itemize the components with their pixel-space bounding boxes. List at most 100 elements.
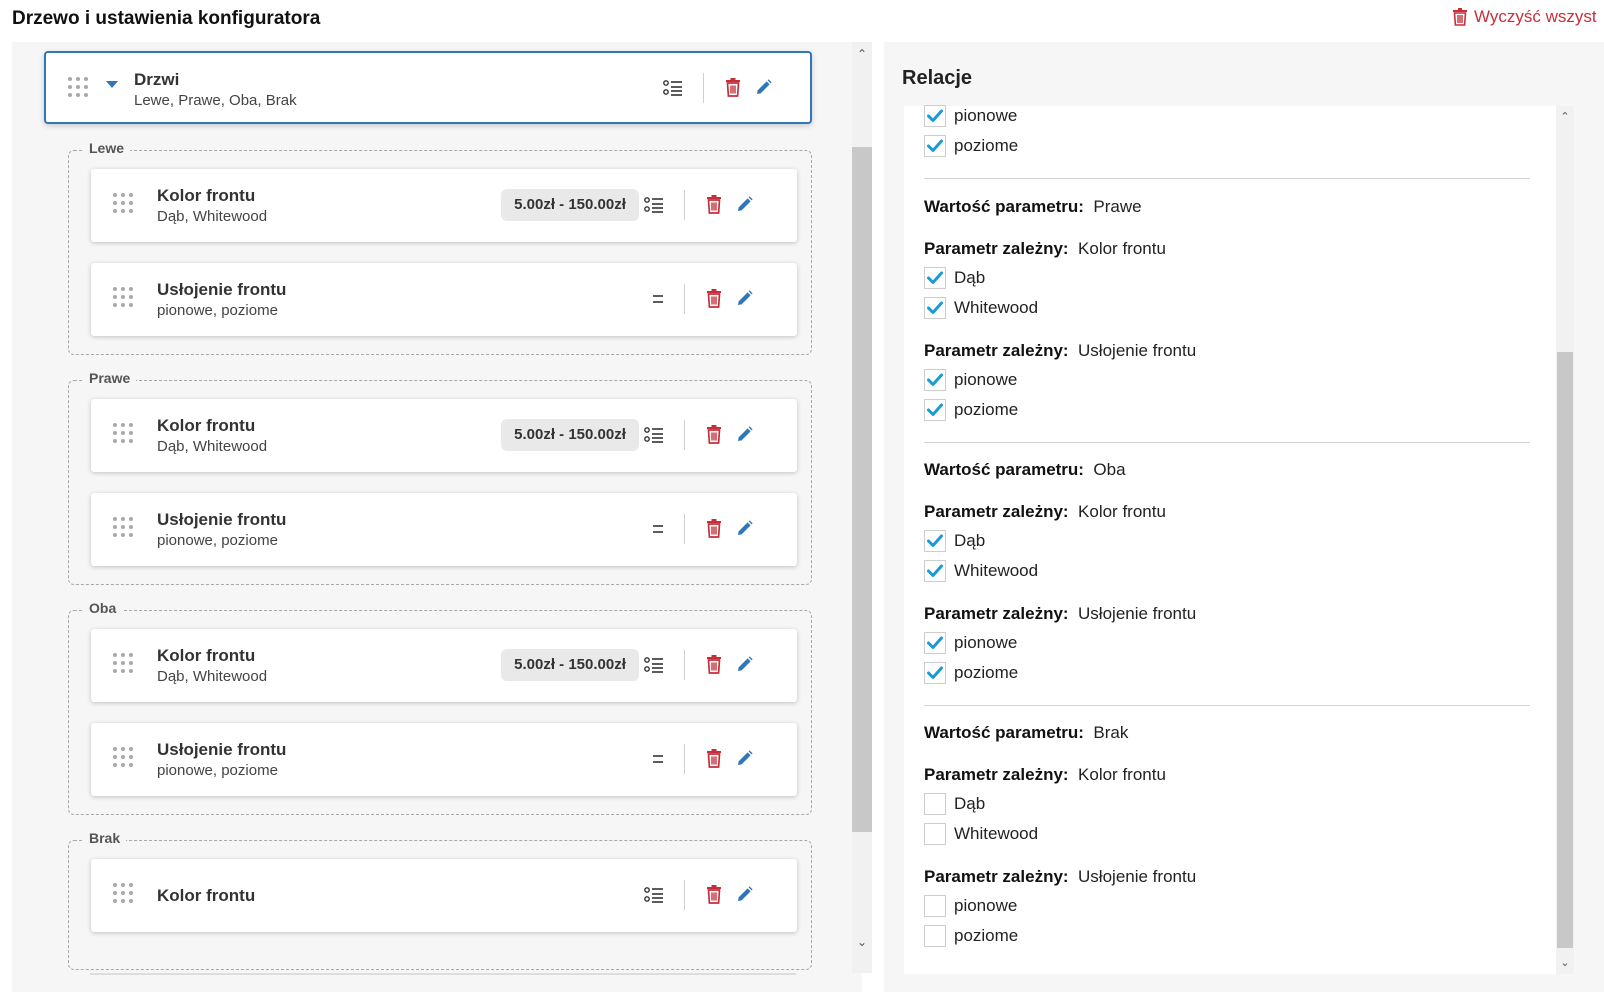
drag-handle-icon[interactable] — [113, 517, 133, 537]
tree-scrollbar[interactable]: ⌃ ⌄ — [852, 42, 872, 973]
checked-checkbox-icon[interactable] — [924, 662, 946, 684]
delete-icon[interactable] — [706, 519, 722, 538]
group-label: Prawe — [83, 370, 137, 386]
unchecked-checkbox-icon[interactable] — [924, 925, 946, 947]
card-subtitle: Lewe, Prawe, Oba, Brak — [134, 92, 297, 109]
parameter-card[interactable]: Usłojenie frontu pionowe, poziome — [91, 493, 797, 566]
card-subtitle: Dąb, Whitewood — [157, 208, 268, 225]
dependent-parameter-label: Parametr zależny: — [924, 867, 1069, 886]
delete-icon[interactable] — [706, 749, 722, 768]
scroll-up-arrow-icon[interactable]: ⌃ — [852, 44, 872, 64]
unchecked-checkbox-icon[interactable] — [924, 895, 946, 917]
delete-icon[interactable] — [706, 289, 722, 308]
options-list-icon[interactable] — [644, 886, 664, 904]
parameter-value-label: Wartość parametru: — [924, 723, 1084, 742]
checkbox-row[interactable]: Dąb — [924, 267, 985, 289]
parameter-card[interactable]: Kolor frontu — [91, 859, 797, 932]
options-equals-icon[interactable] — [651, 752, 665, 766]
parameter-card[interactable]: Kolor frontu Dąb, Whitewood 5.00zł - 150.0… — [91, 629, 797, 702]
checkbox-row[interactable]: pionowe — [924, 105, 1017, 127]
checkbox-row[interactable]: Whitewood — [924, 823, 1038, 845]
delete-icon[interactable] — [725, 78, 741, 97]
checked-checkbox-icon[interactable] — [924, 297, 946, 319]
parameter-value-value: Oba — [1093, 460, 1126, 479]
checkbox-row[interactable]: poziome — [924, 135, 1018, 157]
separator — [924, 705, 1530, 706]
relations-scroll-up-icon[interactable]: ⌃ — [1556, 108, 1574, 126]
checkbox-row[interactable]: poziome — [924, 925, 1018, 947]
divider — [684, 420, 685, 450]
scroll-down-arrow-icon[interactable]: ⌄ — [852, 932, 872, 952]
dependent-parameter: Parametr zależny: Usłojenie frontu — [924, 341, 1196, 361]
edit-icon[interactable] — [736, 886, 753, 903]
card-subtitle: pionowe, poziome — [157, 532, 278, 549]
delete-icon[interactable] — [706, 425, 722, 444]
checkbox-row[interactable]: pionowe — [924, 369, 1017, 391]
group-label: Brak — [83, 830, 127, 846]
checked-checkbox-icon[interactable] — [924, 369, 946, 391]
drag-handle-icon[interactable] — [113, 883, 133, 903]
edit-icon[interactable] — [736, 750, 753, 767]
checked-checkbox-icon[interactable] — [924, 135, 946, 157]
parameter-value: Wartość parametru: Brak — [924, 723, 1128, 743]
delete-icon[interactable] — [706, 655, 722, 674]
relations-scrollbar[interactable]: ⌃ ⌄ — [1556, 106, 1574, 974]
caret-down-icon[interactable] — [106, 81, 118, 88]
parameter-card[interactable]: Usłojenie frontu pionowe, poziome — [91, 723, 797, 796]
checked-checkbox-icon[interactable] — [924, 560, 946, 582]
relations-scrollbar-thumb[interactable] — [1557, 352, 1573, 948]
checkbox-label: Whitewood — [954, 824, 1039, 843]
checked-checkbox-icon[interactable] — [924, 105, 946, 127]
clear-all-button[interactable]: Wyczyść wszyst — [1452, 7, 1604, 27]
edit-icon[interactable] — [736, 196, 753, 213]
drag-handle-icon[interactable] — [113, 747, 133, 767]
delete-icon[interactable] — [706, 195, 722, 214]
edit-icon[interactable] — [736, 656, 753, 673]
edit-icon[interactable] — [736, 426, 753, 443]
checked-checkbox-icon[interactable] — [924, 399, 946, 421]
checkbox-row[interactable]: pionowe — [924, 632, 1017, 654]
checked-checkbox-icon[interactable] — [924, 267, 946, 289]
checkbox-label: Dąb — [954, 531, 986, 550]
parameter-card[interactable]: Usłojenie frontu pionowe, poziome — [91, 263, 797, 336]
options-equals-icon[interactable] — [651, 292, 665, 306]
drag-handle-icon[interactable] — [113, 287, 133, 307]
options-list-icon[interactable] — [644, 426, 664, 444]
dependent-parameter-label: Parametr zależny: — [924, 239, 1069, 258]
relations-scroll-down-icon[interactable]: ⌄ — [1556, 954, 1574, 972]
divider — [684, 190, 685, 220]
dependent-parameter-label: Parametr zależny: — [924, 604, 1069, 623]
tree-scrollbar-thumb[interactable] — [852, 147, 872, 832]
options-list-icon[interactable] — [644, 656, 664, 674]
card-title: Kolor frontu — [157, 886, 256, 905]
divider — [684, 514, 685, 544]
checkbox-row[interactable]: pionowe — [924, 895, 1017, 917]
card-subtitle: pionowe, poziome — [157, 762, 278, 779]
parameter-card[interactable]: Kolor frontu Dąb, Whitewood 5.00zł - 150.0… — [91, 169, 797, 242]
unchecked-checkbox-icon[interactable] — [924, 793, 946, 815]
delete-icon[interactable] — [706, 885, 722, 904]
drag-handle-icon[interactable] — [68, 77, 88, 97]
trash-icon — [1453, 8, 1467, 26]
checkbox-row[interactable]: Whitewood — [924, 560, 1038, 582]
group-oba: Oba Kolor frontu Dąb, Whitewood 5.00zł - 15… — [68, 600, 812, 815]
checkbox-row[interactable]: Dąb — [924, 793, 985, 815]
drag-handle-icon[interactable] — [113, 653, 133, 673]
checkbox-row[interactable]: Whitewood — [924, 297, 1038, 319]
edit-icon[interactable] — [736, 290, 753, 307]
options-list-icon[interactable] — [663, 79, 683, 97]
checked-checkbox-icon[interactable] — [924, 632, 946, 654]
checkbox-row[interactable]: poziome — [924, 399, 1018, 421]
parameter-card[interactable]: Kolor frontu Dąb, Whitewood 5.00zł - 150.0… — [91, 399, 797, 472]
checkbox-row[interactable]: Dąb — [924, 530, 985, 552]
checked-checkbox-icon[interactable] — [924, 530, 946, 552]
unchecked-checkbox-icon[interactable] — [924, 823, 946, 845]
edit-icon[interactable] — [736, 520, 753, 537]
options-list-icon[interactable] — [644, 196, 664, 214]
root-parameter-card[interactable]: Drzwi Lewe, Prawe, Oba, Brak — [44, 51, 812, 124]
edit-icon[interactable] — [755, 79, 772, 96]
options-equals-icon[interactable] — [651, 522, 665, 536]
drag-handle-icon[interactable] — [113, 423, 133, 443]
drag-handle-icon[interactable] — [113, 193, 133, 213]
checkbox-row[interactable]: poziome — [924, 662, 1018, 684]
